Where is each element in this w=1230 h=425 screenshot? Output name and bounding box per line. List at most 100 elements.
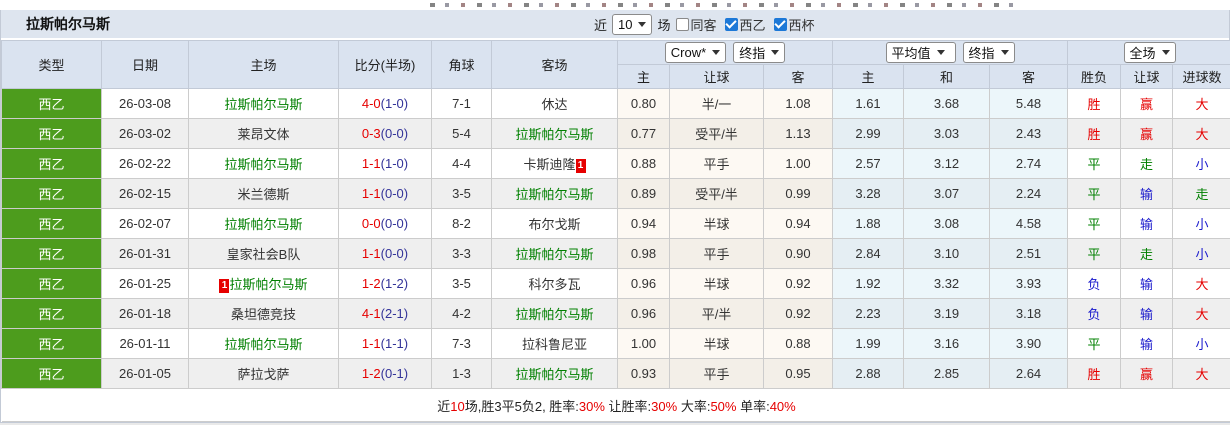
fulltime-score: 0-3	[361, 126, 381, 141]
filter-checkbox-同客[interactable]: 同客	[675, 15, 717, 34]
result-handicap: 输	[1120, 208, 1174, 239]
chevron-down-icon	[936, 50, 945, 55]
checkbox-checked-icon[interactable]	[773, 17, 787, 31]
corner-count: 7-1	[431, 88, 492, 119]
average-stage-select[interactable]: 终指	[962, 42, 1015, 63]
score-cell: 0-3(0-0)	[338, 118, 432, 149]
home-team-name[interactable]: 萨拉戈萨	[237, 367, 289, 382]
home-team-cell: 拉斯帕尔马斯	[188, 328, 339, 359]
away-team-cell: 拉科鲁尼亚	[491, 328, 618, 359]
away-team-name[interactable]: 拉斯帕尔马斯	[515, 307, 593, 322]
fulltime-score: 1-1	[361, 156, 381, 171]
odds-handicap: 平手	[669, 358, 764, 389]
chevron-down-icon	[1161, 50, 1170, 55]
match-date: 26-01-31	[101, 238, 189, 269]
corner-count: 3-3	[431, 238, 492, 269]
sub-header-odds-home: 主	[617, 64, 670, 89]
avg-draw: 3.03	[903, 118, 991, 149]
summary-footer: 近10场,胜3平5负2, 胜率:30% 让胜率:30% 大率:50% 单率:40…	[1, 388, 1230, 422]
sub-header-winlose: 胜负	[1067, 64, 1122, 89]
away-team-name[interactable]: 拉斯帕尔马斯	[515, 367, 593, 382]
home-team-cell: 拉斯帕尔马斯	[188, 148, 339, 179]
result-goals: 大	[1172, 118, 1230, 149]
avg-away: 2.64	[989, 358, 1069, 389]
bookmaker-select-value: Crow*	[670, 45, 707, 60]
odds-home: 0.89	[617, 178, 670, 209]
match-row: 西乙 26-01-31 皇家社会B队 1-1(0-0) 3-3 拉斯帕尔马斯 0.98 平手 0…	[1, 238, 1230, 269]
corner-count: 7-3	[431, 328, 492, 359]
summary-segment: 大率:	[677, 398, 711, 414]
odds-home: 1.00	[617, 328, 670, 359]
away-team-name[interactable]: 拉科鲁尼亚	[522, 337, 587, 352]
sub-header-handicap: 让球	[669, 64, 764, 89]
average-select[interactable]: 平均值	[885, 42, 956, 63]
checkbox-unchecked-icon[interactable]	[675, 17, 689, 31]
bookmaker-select[interactable]: Crow*	[664, 42, 727, 63]
chevron-down-icon	[638, 21, 647, 27]
filter-checkbox-西乙[interactable]: 西乙	[724, 15, 766, 34]
avg-away: 2.51	[989, 238, 1069, 269]
avg-draw: 3.10	[903, 238, 991, 269]
home-team-name[interactable]: 拉斯帕尔马斯	[224, 217, 302, 232]
league-badge: 西乙	[1, 328, 102, 359]
summary-segment: 让胜率:	[604, 398, 652, 414]
recent-count-value: 10	[618, 16, 633, 32]
avg-home: 1.61	[832, 88, 905, 119]
home-team-name[interactable]: 拉斯帕尔马斯	[224, 97, 302, 112]
red-card-badge: 1	[219, 279, 230, 293]
away-team-name[interactable]: 拉斯帕尔马斯	[515, 187, 593, 202]
away-team-name[interactable]: 拉斯帕尔马斯	[515, 247, 593, 262]
away-team-cell: 拉斯帕尔马斯	[491, 298, 618, 329]
result-scope-select[interactable]: 全场	[1123, 42, 1176, 63]
away-team-name[interactable]: 卡斯迪隆	[523, 157, 575, 172]
away-team-name[interactable]: 布尔戈斯	[528, 217, 580, 232]
away-team-cell: 拉斯帕尔马斯	[491, 238, 618, 269]
odds-home: 0.96	[617, 268, 670, 299]
away-team-cell: 科尔多瓦	[491, 268, 618, 299]
sub-header-handicap-result: 让球	[1120, 64, 1174, 89]
fulltime-score: 4-1	[361, 306, 381, 321]
home-team-cell: 莱昂文体	[188, 118, 339, 149]
score-cell: 1-1(0-0)	[338, 178, 432, 209]
home-team-name[interactable]: 拉斯帕尔马斯	[224, 337, 302, 352]
away-team-cell: 拉斯帕尔马斯	[491, 178, 618, 209]
result-winlose: 胜	[1067, 118, 1122, 149]
chevron-down-icon	[712, 50, 721, 55]
odds-home: 0.98	[617, 238, 670, 269]
home-team-name[interactable]: 拉斯帕尔马斯	[224, 157, 302, 172]
filter-bar: 近 10 场 同客 西乙 西杯	[594, 10, 815, 38]
away-team-name[interactable]: 科尔多瓦	[528, 277, 580, 292]
summary-segment: 场,胜3平5负2, 胜率:	[464, 398, 579, 414]
page-title: 拉斯帕尔马斯	[26, 16, 110, 32]
away-team-name[interactable]: 拉斯帕尔马斯	[515, 127, 593, 142]
league-badge: 西乙	[1, 358, 102, 389]
home-team-cell: 拉斯帕尔马斯	[188, 88, 339, 119]
home-team-name[interactable]: 拉斯帕尔马斯	[229, 277, 307, 292]
home-team-cell: 米兰德斯	[188, 178, 339, 209]
odds-handicap: 半球	[669, 268, 764, 299]
page: 拉斯帕尔马斯 近 10 场 同客 西乙 西杯 类型 日期 主场 比分(半场) 角…	[0, 0, 1230, 425]
home-team-name[interactable]: 莱昂文体	[237, 127, 289, 142]
halftime-score: (1-2)	[380, 276, 409, 291]
match-date: 26-01-11	[101, 328, 189, 359]
filter-checkboxes: 同客 西乙 西杯	[675, 15, 815, 34]
odds-home: 0.93	[617, 358, 670, 389]
league-badge: 西乙	[1, 268, 102, 299]
home-team-name[interactable]: 桑坦德竞技	[231, 307, 296, 322]
filter-checkbox-西杯[interactable]: 西杯	[773, 15, 815, 34]
avg-away: 5.48	[989, 88, 1069, 119]
halftime-score: (1-0)	[380, 96, 409, 111]
recent-count-select[interactable]: 10	[612, 13, 653, 35]
avg-draw: 3.16	[903, 328, 991, 359]
avg-home: 2.99	[832, 118, 905, 149]
odds-stage-select[interactable]: 终指	[733, 42, 786, 63]
home-team-name[interactable]: 皇家社会B队	[227, 247, 301, 262]
result-goals: 大	[1172, 88, 1230, 119]
match-row: 西乙 26-02-15 米兰德斯 1-1(0-0) 3-5 拉斯帕尔马斯 0.89 受平/半 0…	[1, 178, 1230, 209]
result-winlose: 胜	[1067, 88, 1122, 119]
result-goals: 大	[1172, 298, 1230, 329]
home-team-name[interactable]: 米兰德斯	[237, 187, 289, 202]
fulltime-score: 1-2	[361, 366, 381, 381]
away-team-name[interactable]: 休达	[541, 97, 567, 112]
checkbox-checked-icon[interactable]	[724, 17, 738, 31]
